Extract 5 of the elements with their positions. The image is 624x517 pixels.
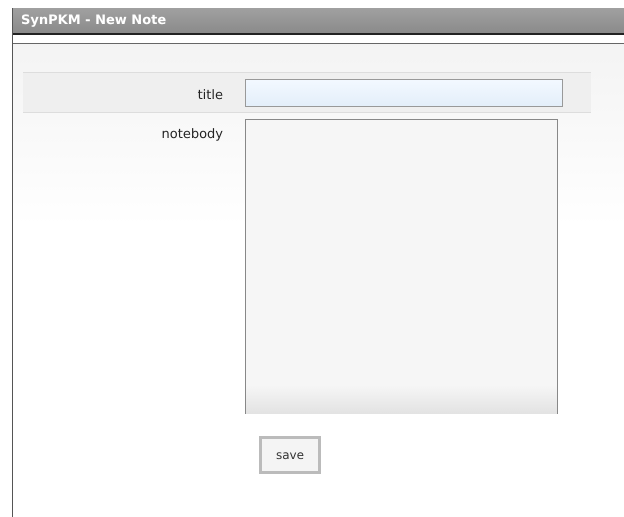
title-input[interactable]: [245, 78, 563, 106]
field-label: title: [196, 86, 223, 105]
window-title: SynPKM - New Note: [13, 8, 624, 35]
save-button[interactable]: save: [259, 436, 321, 474]
field-label: notebody: [160, 126, 223, 144]
